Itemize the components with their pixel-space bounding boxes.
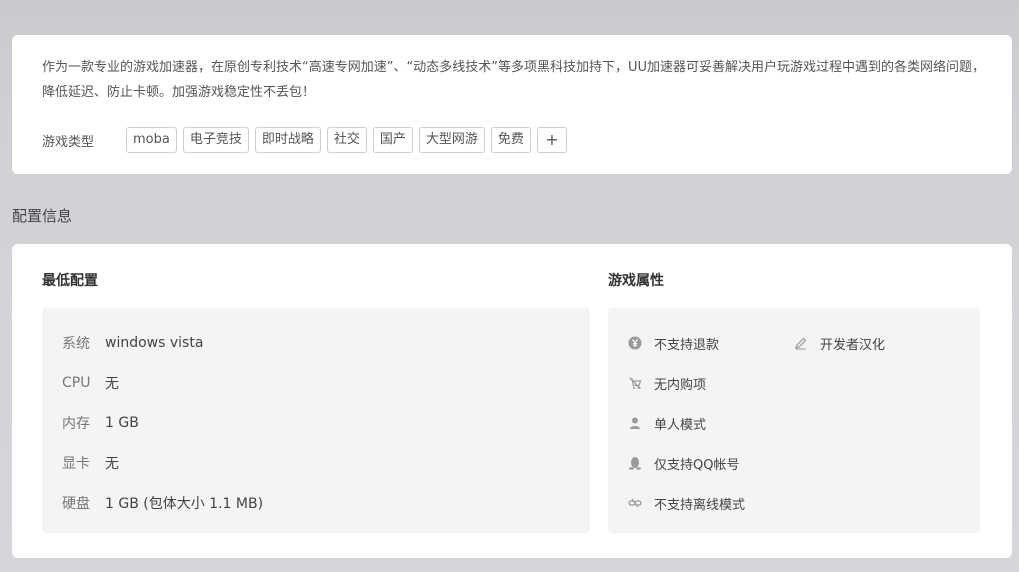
attr-single-player: 单人模式 (628, 413, 706, 433)
tag-social[interactable]: 社交 (326, 127, 367, 153)
yen-circle-icon (628, 336, 642, 350)
attr-no-offline: 不支持离线模式 (628, 493, 745, 513)
spec-row-os: 系统 windows vista (62, 333, 203, 353)
spec-value: windows vista (105, 335, 204, 351)
attr-qq-only: 仅支持QQ帐号 (628, 453, 739, 473)
add-tag-button[interactable]: + (536, 127, 567, 153)
attr-label: 仅支持QQ帐号 (654, 457, 740, 473)
no-purchase-icon (628, 376, 642, 390)
min-config-title: 最低配置 (42, 273, 98, 289)
spec-row-gpu: 显卡 无 (62, 453, 119, 473)
single-player-icon (628, 416, 642, 430)
offline-link-icon (628, 496, 642, 510)
min-config-panel: 系统 windows vista CPU 无 内存 1 GB 显卡 无 硬盘 1… (42, 308, 590, 533)
spec-row-disk: 硬盘 1 GB (包体大小 1.1 MB) (62, 493, 263, 513)
spec-value: 1 GB (包体大小 1.1 MB) (105, 496, 264, 512)
attr-no-iap: 无内购项 (628, 373, 706, 393)
game-type-label: 游戏类型 (42, 134, 95, 150)
spec-key: 硬盘 (62, 496, 90, 512)
attr-label: 不支持退款 (654, 337, 720, 353)
qq-penguin-icon (628, 456, 642, 470)
tag-mmo[interactable]: 大型网游 (418, 127, 485, 153)
tag-free[interactable]: 免费 (490, 127, 531, 153)
spec-value: 无 (105, 456, 119, 472)
spec-key: 系统 (62, 336, 90, 352)
config-section-title: 配置信息 (12, 207, 73, 225)
spec-row-cpu: CPU 无 (62, 373, 119, 393)
pencil-icon (794, 336, 808, 350)
tag-rts[interactable]: 即时战略 (254, 127, 321, 153)
tag-esports[interactable]: 电子竞技 (182, 127, 249, 153)
spec-key: 显卡 (62, 456, 90, 472)
spec-key: CPU (62, 375, 91, 391)
tag-moba[interactable]: moba (126, 127, 177, 153)
tag-domestic[interactable]: 国产 (372, 127, 413, 153)
spec-key: 内存 (62, 416, 90, 432)
game-attributes-title: 游戏属性 (608, 273, 664, 289)
game-type-tags: 游戏类型 moba 电子竞技 即时战略 社交 国产 大型网游 免费 + (42, 127, 567, 153)
spec-row-memory: 内存 1 GB (62, 413, 139, 433)
attr-no-refund: 不支持退款 (628, 333, 719, 353)
attr-label: 无内购项 (654, 377, 707, 393)
attr-label: 不支持离线模式 (654, 497, 746, 513)
spec-value: 1 GB (105, 415, 139, 431)
game-description-card: 作为一款专业的游戏加速器，在原创专利技术“高速专网加速”、“动态多线技术”等多项… (12, 35, 1012, 174)
config-card: 最低配置 游戏属性 系统 windows vista CPU 无 内存 1 GB… (12, 244, 1012, 558)
attr-label: 开发者汉化 (820, 337, 886, 353)
spec-value: 无 (105, 376, 119, 392)
game-attributes-panel: 不支持退款 开发者汉化 无内购项 单人模式 仅支持QQ帐号 不支持离线模式 (608, 308, 980, 533)
game-description: 作为一款专业的游戏加速器，在原创专利技术“高速专网加速”、“动态多线技术”等多项… (42, 60, 985, 100)
attr-label: 单人模式 (654, 417, 707, 433)
attr-dev-localized: 开发者汉化 (794, 333, 885, 353)
